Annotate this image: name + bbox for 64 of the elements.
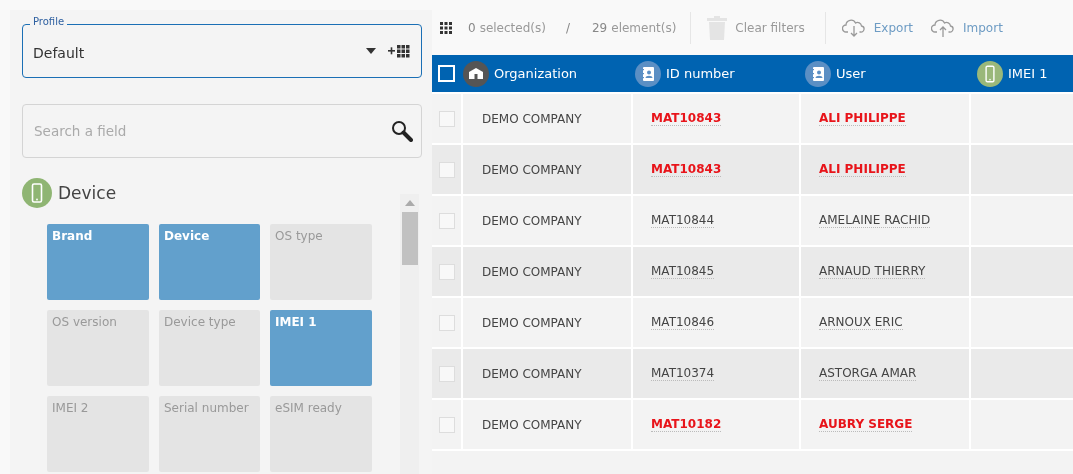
table-cell: DEMO COMPANY: [482, 111, 582, 126]
column-header[interactable]: User: [836, 66, 866, 81]
count-label: selected(s): [479, 20, 546, 35]
scrollbar-thumb[interactable]: [401, 212, 418, 265]
table-row[interactable]: DEMO COMPANY MAT10843 ALI PHILIPPE: [432, 92, 1073, 143]
table-cell: MAT10374: [651, 366, 715, 381]
row-checkbox[interactable]: [438, 314, 455, 331]
contact-card-icon: [635, 60, 661, 87]
count-label: element(s): [611, 20, 677, 35]
table-cell: MAT10845: [651, 264, 715, 279]
search-field[interactable]: Search a field: [22, 104, 422, 158]
count: 29: [591, 20, 608, 35]
table-cell: DEMO COMPANY: [482, 315, 582, 330]
separator: /: [565, 20, 570, 35]
table-cell: ARNAUD THIERRY: [819, 264, 926, 279]
row-checkbox[interactable]: [438, 416, 455, 433]
select-all-checkbox[interactable]: [438, 65, 455, 82]
add-grid-icon[interactable]: [388, 44, 411, 58]
column-header[interactable]: Organization: [494, 66, 578, 81]
count: 0: [468, 20, 476, 35]
column-header[interactable]: IMEI 1: [1008, 66, 1048, 81]
caret-icon[interactable]: [366, 48, 376, 54]
table-cell: DEMO COMPANY: [482, 366, 582, 381]
table-row[interactable]: DEMO COMPANY MAT10845 ARNAUD THIERRY: [432, 245, 1073, 296]
row-checkbox[interactable]: [438, 161, 455, 178]
row-checkbox[interactable]: [438, 212, 455, 229]
row-checkbox[interactable]: [438, 110, 455, 127]
table-row[interactable]: DEMO COMPANY MAT10844 AMELAINE RACHID: [432, 194, 1073, 245]
table-row[interactable]: DEMO COMPANY MAT10843 ALI PHILIPPE: [432, 143, 1073, 194]
field-label: Profile: [30, 16, 68, 27]
table-cell: MAT10843: [651, 111, 722, 126]
table-row[interactable]: DEMO COMPANY MAT10374 ASTORGA AMAR: [432, 347, 1073, 398]
table-cell: AMELAINE RACHID: [819, 213, 931, 228]
phone-icon: [977, 60, 1003, 87]
table-cell: DEMO COMPANY: [482, 264, 582, 279]
grid-icon[interactable]: [440, 21, 452, 34]
table-row[interactable]: DEMO COMPANY MAT10846 ARNOUX ERIC: [432, 296, 1073, 347]
table-row[interactable]: DEMO COMPANY MAT10182 AUBRY SERGE: [432, 398, 1073, 449]
section-title: Device: [58, 183, 117, 203]
table-cell: MAT10843: [651, 162, 722, 177]
row-checkbox[interactable]: [438, 365, 455, 382]
building-icon: [463, 60, 489, 87]
table-cell: ARNOUX ERIC: [819, 315, 903, 330]
cloud-download-icon: [841, 17, 866, 38]
table-cell: ALI PHILIPPE: [819, 111, 906, 126]
search-input[interactable]: Search a field: [32, 122, 391, 140]
scroll-up-icon[interactable]: [404, 200, 415, 206]
phone-icon: [22, 178, 52, 208]
table-cell: MAT10844: [651, 213, 715, 228]
scrollbar[interactable]: [400, 194, 419, 474]
table-cell: AUBRY SERGE: [819, 417, 913, 432]
table-cell: MAT10182: [651, 417, 722, 432]
table-cell: ALI PHILIPPE: [819, 162, 906, 177]
table-cell: DEMO COMPANY: [482, 417, 582, 432]
row-checkbox[interactable]: [438, 263, 455, 280]
contact-card-icon: [805, 60, 831, 87]
search-icon[interactable]: [391, 120, 413, 142]
table-cell: DEMO COMPANY: [482, 162, 582, 177]
cloud-upload-icon: [931, 17, 955, 38]
table-cell: ASTORGA AMAR: [819, 366, 917, 381]
dropdown-value: Default: [33, 44, 86, 61]
table-cell: DEMO COMPANY: [482, 213, 582, 228]
column-header[interactable]: ID number: [666, 66, 735, 81]
table-cell: MAT10846: [651, 315, 715, 330]
